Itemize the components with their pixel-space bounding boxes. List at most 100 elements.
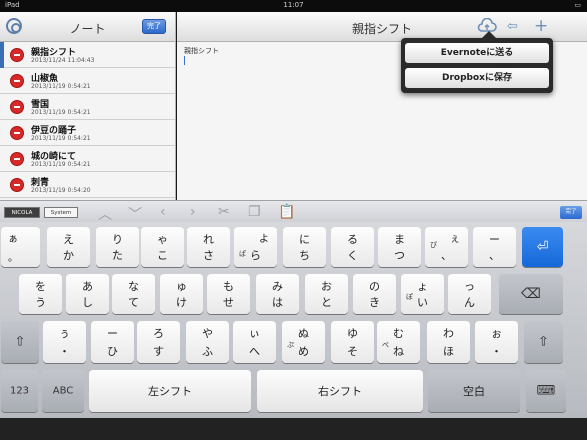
key[interactable]: あ し: [66, 274, 109, 314]
key[interactable]: や ふ: [186, 321, 229, 363]
chevron-right-icon[interactable]: ›: [190, 204, 196, 220]
return-key[interactable]: ⏎: [522, 227, 563, 267]
delete-icon[interactable]: [10, 126, 24, 140]
note-date: 2013/11/19 0:54:20: [31, 187, 91, 194]
key[interactable]: ゅ け: [160, 274, 203, 314]
note-list-item[interactable]: 山椒魚 2013/11/19 0:54:21: [0, 68, 175, 94]
key[interactable]: え か: [47, 227, 90, 267]
send-to-evernote-button[interactable]: Evernoteに送る: [405, 43, 549, 63]
key[interactable]: ー 、: [473, 227, 516, 267]
chevron-left-icon[interactable]: ‹: [160, 204, 166, 220]
key[interactable]: ぉ ・: [475, 321, 518, 363]
done-button[interactable]: 完了: [560, 206, 582, 219]
key[interactable]: ぅ ・: [43, 321, 86, 363]
backspace-key[interactable]: ⌫: [499, 274, 563, 314]
paste-icon[interactable]: 📋: [278, 204, 295, 220]
key[interactable]: み は: [256, 274, 299, 314]
keyboard-accessory-bar: NICOLA System ︿ ﹀ ‹ › ✂ ❐ 📋 完了: [0, 200, 587, 224]
nicola-mode-button[interactable]: NICOLA: [4, 207, 40, 218]
note-list-item[interactable]: 親指シフト 2013/11/24 11:04:43: [0, 42, 175, 68]
key[interactable]: わ ほ: [427, 321, 470, 363]
numbers-key[interactable]: 123: [1, 370, 38, 412]
hide-keyboard-key[interactable]: ⌨: [526, 370, 566, 412]
system-mode-button[interactable]: System: [44, 207, 78, 218]
key[interactable]: れ さ: [187, 227, 230, 267]
reply-arrow-icon[interactable]: ⇦: [507, 19, 518, 34]
key-top-label: り: [112, 233, 123, 246]
key[interactable]: を う: [19, 274, 62, 314]
key-top-label: お: [321, 280, 332, 293]
key[interactable]: る く: [331, 227, 374, 267]
key[interactable]: ぇ ぴ 、: [425, 227, 468, 267]
note-list-item[interactable]: 刺青 2013/11/19 0:54:20: [0, 172, 175, 198]
key-bottom-label: き: [369, 296, 380, 309]
key-bottom-label: ほ: [443, 345, 454, 358]
battery-indicator: ▭: [574, 1, 581, 9]
key[interactable]: お と: [305, 274, 348, 314]
key-top-label: ぇ: [450, 234, 460, 245]
sidebar-navbar: ノート 完了: [0, 12, 175, 42]
key-bottom-label: ふ: [202, 345, 213, 358]
delete-icon[interactable]: [10, 152, 24, 166]
note-list-item[interactable]: 雪国 2013/11/19 0:54:21: [0, 94, 175, 120]
key[interactable]: ぁ 。: [1, 227, 40, 267]
done-button[interactable]: 完了: [142, 19, 166, 34]
key-bottom-label: す: [153, 345, 164, 358]
save-to-dropbox-button[interactable]: Dropboxに保存: [405, 68, 549, 88]
shift-right-key[interactable]: ⇧: [524, 321, 563, 363]
key[interactable]: ろ す: [137, 321, 180, 363]
backspace-icon: ⌫: [521, 286, 541, 302]
key[interactable]: よ ぱ ら: [234, 227, 277, 267]
key[interactable]: ぃ へ: [233, 321, 276, 363]
left-shift-key[interactable]: 左シフト: [89, 370, 251, 412]
cut-icon[interactable]: ✂: [218, 204, 230, 220]
key-top-label: に: [299, 233, 310, 246]
abc-key[interactable]: ABC: [42, 370, 84, 412]
copy-icon[interactable]: ❐: [248, 204, 261, 220]
key[interactable]: ょ ぽ い: [401, 274, 444, 314]
key-top-label: る: [347, 233, 358, 246]
note-date: 2013/11/19 0:54:21: [31, 83, 91, 90]
key-bottom-label: 。: [8, 253, 18, 264]
key-top-label: ろ: [153, 327, 164, 340]
abc-label: ABC: [52, 385, 74, 397]
notes-sidebar: ノート 完了 親指シフト 2013/11/24 11:04:43 山椒魚 201…: [0, 12, 176, 200]
right-shift-key[interactable]: 右シフト: [257, 370, 423, 412]
shift-left-key[interactable]: ⇧: [1, 321, 39, 363]
space-key[interactable]: 空白: [428, 370, 520, 412]
key[interactable]: ゃ こ: [141, 227, 184, 267]
key-bottom-label: は: [272, 296, 283, 309]
key-bottom-label: つ: [394, 249, 405, 262]
chevron-down-icon[interactable]: ﹀: [128, 204, 142, 224]
note-list-item[interactable]: 城の崎にて 2013/11/19 0:54:21: [0, 146, 175, 172]
key[interactable]: り た: [96, 227, 139, 267]
key[interactable]: ー ひ: [91, 321, 134, 363]
left-shift-label: 左シフト: [148, 385, 192, 398]
delete-icon[interactable]: [10, 100, 24, 114]
key-top-label: む: [393, 327, 404, 340]
key[interactable]: ゆ そ: [331, 321, 374, 363]
note-list-item[interactable]: 伊豆の踊子 2013/11/19 0:54:21: [0, 120, 175, 146]
key[interactable]: の き: [353, 274, 396, 314]
key-bottom-label: ん: [464, 296, 475, 309]
shift-icon: ⇧: [538, 334, 549, 350]
key[interactable]: む ぺ ね: [377, 321, 420, 363]
key-top-label: ー: [489, 233, 500, 246]
key-top-label: も: [223, 280, 234, 293]
chevron-up-icon[interactable]: ︿: [98, 204, 112, 224]
delete-icon[interactable]: [10, 48, 24, 62]
key-bottom-label: そ: [347, 345, 358, 358]
key[interactable]: も せ: [207, 274, 250, 314]
editor-body[interactable]: 親指シフト: [184, 46, 219, 56]
share-popover: Evernoteに送る Dropboxに保存: [401, 31, 553, 93]
delete-icon[interactable]: [10, 178, 24, 192]
key[interactable]: に ち: [283, 227, 326, 267]
key[interactable]: な て: [112, 274, 155, 314]
add-note-icon[interactable]: +: [534, 16, 548, 36]
key[interactable]: ま つ: [378, 227, 421, 267]
delete-icon[interactable]: [10, 74, 24, 88]
key-bottom-label: さ: [203, 249, 214, 262]
key[interactable]: っ ん: [448, 274, 491, 314]
key-top-label: ぉ: [491, 327, 502, 340]
key[interactable]: ぬ ぷ め: [282, 321, 325, 363]
